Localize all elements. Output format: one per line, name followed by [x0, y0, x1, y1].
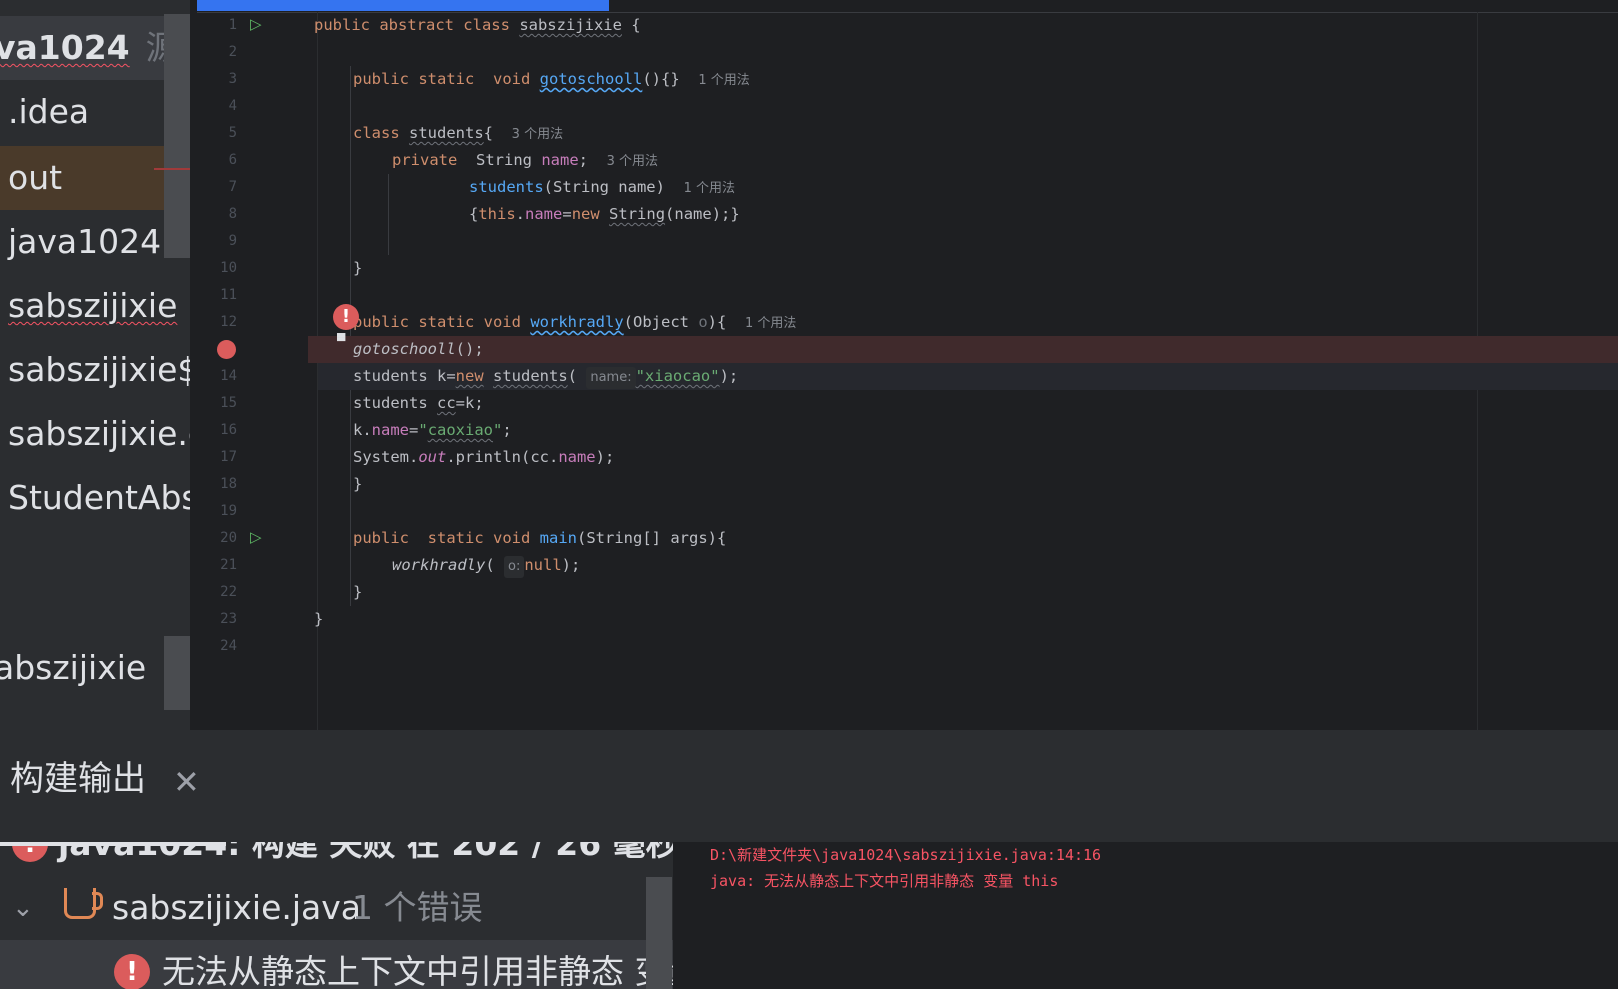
- line-number: 10: [220, 260, 237, 276]
- console-error-message: java: 无法从静态上下文中引用非静态 变量 this: [710, 872, 1059, 890]
- line-number: 18: [220, 476, 237, 492]
- line-number: 22: [220, 584, 237, 600]
- build-tree-scrollbar[interactable]: [646, 877, 672, 989]
- line-number: 19: [220, 503, 237, 519]
- line-number: 15: [220, 395, 237, 411]
- build-tree-root[interactable]: ! java1024: 构建 失败 在 202 / 26 毫秒: [0, 842, 673, 876]
- code-line-10: }: [353, 259, 363, 277]
- line-number: 2: [228, 44, 237, 60]
- tree-item-iml[interactable]: java1024.im: [0, 210, 190, 274]
- build-output-panel: 构建输出 ✕ ! java1024: 构建 失败 在 202 / 26 毫秒 ⌄…: [0, 730, 1618, 989]
- tree-item-sabszijixie-class[interactable]: sabszijixie.cl: [0, 402, 190, 466]
- usage-hint[interactable]: 1 个用法: [684, 181, 735, 196]
- active-tab-indicator[interactable]: [197, 0, 609, 11]
- build-tree: ! java1024: 构建 失败 在 202 / 26 毫秒 ⌄ sabszi…: [0, 842, 673, 989]
- line-number: 1: [228, 17, 237, 33]
- project-sidebar: va1024源代 .idea out java1024.im sabszijix…: [0, 0, 190, 730]
- build-panel-header: 构建输出 ✕: [0, 730, 1618, 842]
- tree-item-label: java1024.im: [8, 222, 190, 261]
- line-number: 16: [220, 422, 237, 438]
- code-line-1: public abstract class sabszijixie {: [314, 16, 641, 34]
- code-line-13: gotoschooll();: [308, 336, 1618, 363]
- file-error-count: 1 个错误: [352, 888, 483, 927]
- usage-hint[interactable]: 1 个用法: [698, 73, 749, 88]
- tree-item-studentabst[interactable]: StudentAbst: [0, 466, 190, 530]
- code-line-14: students k=new students( name: "xiaocao")…: [318, 363, 1618, 390]
- tree-item-sabszijixie[interactable]: sabszijixie: [0, 274, 190, 338]
- usage-hint[interactable]: 1 个用法: [745, 316, 796, 331]
- line-number: 6: [228, 152, 237, 168]
- chevron-down-icon[interactable]: ⌄: [12, 876, 34, 940]
- line-number: 14: [220, 368, 237, 384]
- tree-item-label: abszijixie: [0, 648, 147, 687]
- error-bulb-icon[interactable]: !: [333, 304, 359, 330]
- line-number: 20: [220, 530, 237, 546]
- build-status: java1024: 构建 失败 在 202 / 26 毫秒: [58, 842, 673, 863]
- sidebar-scrollbar-lower[interactable]: [164, 636, 190, 710]
- code-line-8: {this.name=new String(name);}: [469, 205, 740, 223]
- build-tree-file[interactable]: ⌄ sabszijixie.java 1 个错误: [0, 876, 673, 940]
- tree-item-label: .idea: [8, 92, 90, 131]
- close-icon[interactable]: ✕: [173, 766, 200, 798]
- tree-item-label: StudentAbst: [8, 478, 190, 517]
- usage-hint[interactable]: 3 个用法: [607, 154, 658, 169]
- code-area[interactable]: public abstract class sabszijixie { publ…: [308, 12, 1618, 730]
- line-number: 12: [220, 314, 237, 330]
- quick-fix-icon[interactable]: ▬ ▬: [336, 329, 350, 345]
- code-line-6: private String name; 3 个用法: [392, 151, 659, 169]
- tree-item-label: out: [8, 158, 63, 197]
- param-hint-o: o:: [504, 556, 525, 578]
- line-number: 3: [228, 71, 237, 87]
- tree-item-label: sabszijixie.cl: [8, 414, 190, 453]
- line-number: 11: [220, 287, 237, 303]
- project-name: va1024: [0, 28, 130, 67]
- file-name: sabszijixie.java: [112, 888, 362, 927]
- code-editor[interactable]: 1 2 3 4 5 6 7 8 9 10 11 12 14 15 16 17 1…: [197, 0, 1618, 730]
- code-line-5: class students{ 3 个用法: [353, 124, 564, 142]
- code-line-16: k.name="caoxiao";: [353, 421, 512, 439]
- code-line-18: }: [353, 475, 363, 493]
- usage-hint[interactable]: 3 个用法: [512, 127, 563, 142]
- line-number: 17: [220, 449, 237, 465]
- editor-gutter: 1 2 3 4 5 6 7 8 9 10 11 12 14 15 16 17 1…: [197, 12, 318, 730]
- error-icon: !: [114, 954, 150, 989]
- tree-item-out[interactable]: out: [0, 146, 190, 210]
- code-line-21: workhradly( o: null);: [318, 552, 1618, 579]
- tree-item-label: sabszijixie$s: [8, 350, 190, 389]
- build-output-console[interactable]: D:\新建文件夹\java1024\sabszijixie.java:14:16…: [673, 842, 1618, 989]
- run-class-icon[interactable]: ▷: [250, 15, 268, 33]
- breakpoint-icon[interactable]: [217, 340, 236, 359]
- sidebar-scrollbar[interactable]: [164, 14, 190, 258]
- run-main-icon[interactable]: ▷: [250, 528, 268, 546]
- tree-item-sabszijixie-inner[interactable]: sabszijixie$s: [0, 338, 190, 402]
- line-number: 5: [228, 125, 237, 141]
- error-mark: [154, 168, 190, 170]
- line-number: 23: [220, 611, 237, 627]
- line-number: 8: [228, 206, 237, 222]
- line-number: 4: [228, 98, 237, 114]
- build-panel-title[interactable]: 构建输出: [10, 754, 146, 804]
- line-number: 7: [228, 179, 237, 195]
- tree-item-label: sabszijixie: [8, 286, 178, 325]
- root-row-overlay: [0, 842, 226, 846]
- project-root[interactable]: va1024源代: [0, 16, 190, 80]
- line-number: 24: [220, 638, 237, 654]
- error-message: 无法从静态上下文中引用非静态 变量 this: [162, 952, 673, 989]
- tree-item-lower[interactable]: abszijixie: [0, 636, 190, 700]
- code-line-23: }: [314, 610, 324, 628]
- code-line-12: public static void workhradly(Object o){…: [353, 313, 797, 331]
- line-number: 21: [220, 557, 237, 573]
- java-file-icon-handle: [92, 892, 103, 910]
- build-tree-error[interactable]: ! 无法从静态上下文中引用非静态 变量 this: [0, 940, 673, 989]
- code-line-22: }: [353, 583, 363, 601]
- param-hint-name: name:: [586, 367, 636, 389]
- console-error-location[interactable]: D:\新建文件夹\java1024\sabszijixie.java:14:16: [710, 842, 1101, 868]
- code-line-7: students(String name) 1 个用法: [469, 178, 736, 196]
- line-number: 9: [228, 233, 237, 249]
- tree-item-idea[interactable]: .idea: [0, 80, 190, 144]
- code-line-20: public static void main(String[] args){: [353, 529, 727, 547]
- code-line-3: public static void gotoschooll(){} 1 个用法: [353, 70, 750, 88]
- code-line-15: students cc=k;: [353, 394, 484, 412]
- code-line-17: System.out.println(cc.name);: [353, 448, 615, 466]
